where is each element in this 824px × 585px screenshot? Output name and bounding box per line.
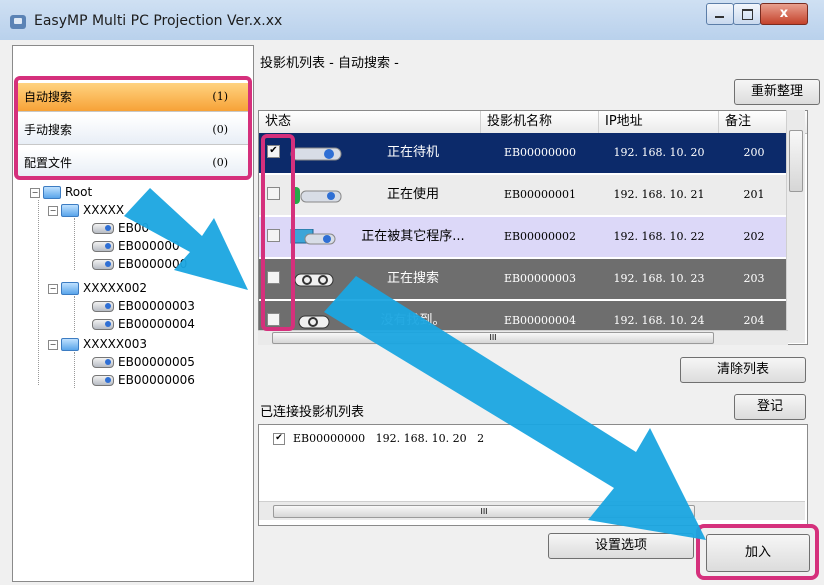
arrow-to-checkboxes-icon — [124, 188, 248, 290]
arrow-to-add-button-icon — [324, 276, 706, 540]
annotation-arrows — [124, 188, 706, 540]
app-window: EasyMP Multi PC Projection Ver.x.xx x 自动… — [0, 0, 824, 585]
